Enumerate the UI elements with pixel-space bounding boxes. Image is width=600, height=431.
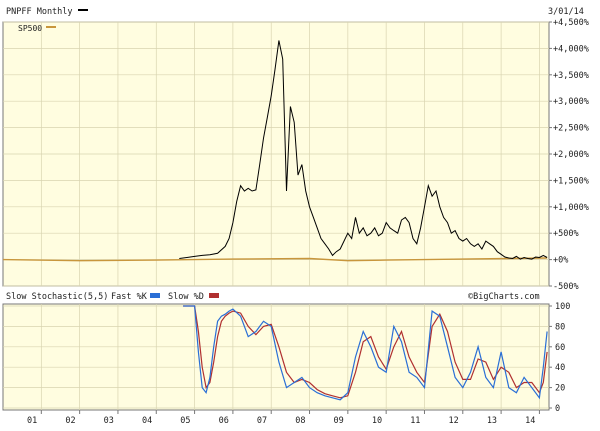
x-tick-label: 06 [219,416,229,426]
main-y-tick-label: +3,500% [553,71,589,81]
x-tick-label: 05 [180,416,190,426]
stochastic-y-tick-label: 0 [555,404,560,414]
fast-k-swatch [150,293,160,298]
main-title: PNPFF Monthly [6,7,73,17]
stochastic-y-tick-label: 100 [555,302,570,312]
x-tick-label: 09 [334,416,344,426]
stochastic-y-tick-label: 60 [555,343,565,353]
chart-svg: +4,500% +4,000% +3,500% +3,000% +2,500% +2,00… [1,1,599,426]
x-tick-label: 13 [487,416,497,426]
x-tick-label: 11 [410,416,420,426]
main-y-tick-label: +2,500% [553,124,589,134]
x-tick-label: 02 [65,416,75,426]
x-tick-label: 07 [257,416,267,426]
main-y-tick-label: +2,000% [553,150,589,160]
stochastic-title: Slow Stochastic(5,5) [6,292,108,302]
sp500-legend-label: SP500 [18,24,42,33]
x-tick-label: 10 [372,416,382,426]
x-tick-label: 03 [104,416,114,426]
x-tick-label: 04 [142,416,152,426]
chart-date: 3/01/14 [548,7,584,17]
fast-k-label: Fast %K [111,292,148,302]
x-tick-label: 12 [449,416,459,426]
main-y-tick-label: +4,500% [553,18,589,28]
main-y-tick-label: +1,000% [553,203,589,213]
main-y-tick-label: +1,500% [553,176,589,186]
x-tick-label: 14 [525,416,535,426]
stochastic-y-tick-label: 80 [555,322,565,332]
main-y-tick-label: +500% [553,229,579,239]
chart-root: +4,500% +4,000% +3,500% +3,000% +2,500% +2,00… [0,0,600,427]
bigcharts-credit: ©BigCharts.com [468,292,540,302]
slow-d-label: Slow %D [168,292,204,302]
stochastic-y-tick-label: 20 [555,384,565,394]
x-tick-label: 01 [27,416,37,426]
stochastic-plot-area [2,303,550,411]
stochastic-y-tick-label: 40 [555,363,565,373]
main-y-tick-label: +0% [553,256,568,266]
main-y-tick-label: +3,000% [553,97,589,107]
main-y-tick-label: -500% [553,282,579,292]
slow-d-swatch [209,293,219,298]
x-tick-label: 08 [295,416,305,426]
main-y-tick-label: +4,000% [553,44,589,54]
